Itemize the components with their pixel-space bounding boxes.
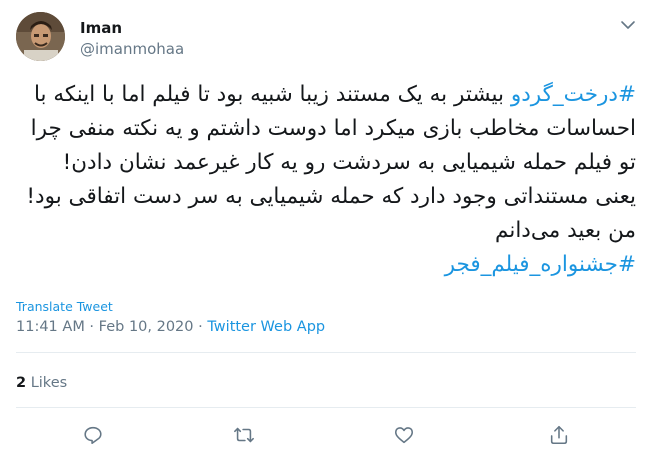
meta-separator: ·: [193, 319, 208, 335]
author-name[interactable]: Iman: [80, 19, 122, 37]
tweet-meta: 11:41 AM · Feb 10, 2020 · Twitter Web Ap…: [16, 319, 325, 335]
meta-separator: ·: [84, 319, 99, 335]
hashtag-link[interactable]: #درخت_گردو: [511, 82, 636, 107]
tweet-date[interactable]: Feb 10, 2020: [99, 319, 194, 335]
source-app-link[interactable]: Twitter Web App: [207, 319, 325, 335]
reply-icon[interactable]: [82, 424, 106, 448]
divider: [16, 407, 636, 408]
tweet-text: #درخت_گردو بیشتر به یک مستند زیبا شبیه ب…: [16, 78, 636, 282]
chevron-down-icon[interactable]: [619, 16, 637, 34]
share-icon[interactable]: [548, 424, 572, 448]
tweet-time[interactable]: 11:41 AM: [16, 319, 85, 335]
retweet-icon[interactable]: [233, 424, 257, 448]
heart-icon[interactable]: [393, 424, 417, 448]
author-handle[interactable]: @imanmohaa: [80, 40, 184, 58]
divider: [16, 352, 636, 353]
avatar[interactable]: [16, 12, 65, 61]
hashtag-link[interactable]: #جشنواره_فیلم_فجر: [445, 252, 636, 277]
likes-label: Likes: [30, 375, 68, 391]
translate-tweet-link[interactable]: Translate Tweet: [16, 299, 113, 314]
likes-count: 2: [16, 375, 27, 391]
likes-stat[interactable]: 2 Likes: [16, 375, 67, 391]
